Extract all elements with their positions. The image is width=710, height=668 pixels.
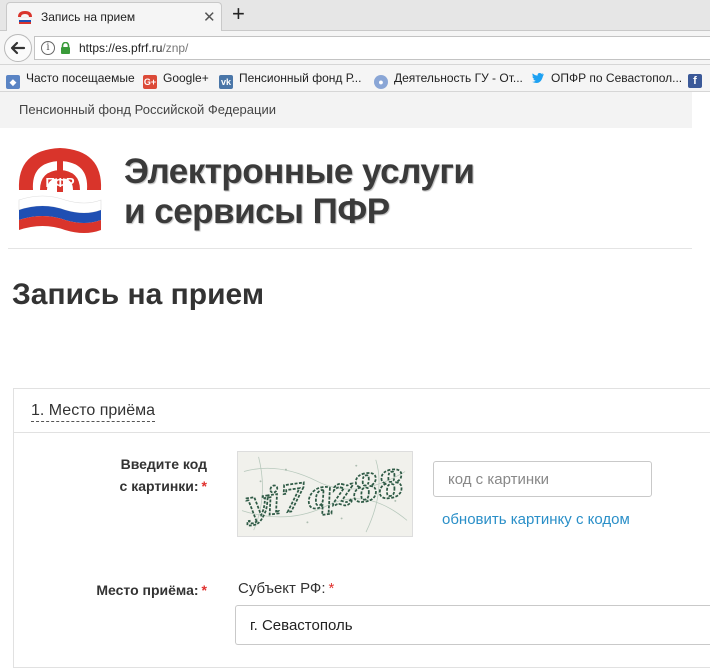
required-mark: * <box>201 582 207 598</box>
refresh-captcha-link[interactable]: обновить картинку с кодом <box>442 511 630 528</box>
logo-text: ПФР <box>45 175 74 190</box>
place-label: Место приёма: * <box>96 582 207 598</box>
bookmarks-bar: ◆ Часто посещаемые G+ Google+ vk Пенсионный… <box>0 65 710 92</box>
bookmark-gu-activity[interactable]: ● Деятельность ГУ - От... <box>374 71 523 89</box>
header-divider <box>8 248 692 249</box>
required-mark: * <box>328 580 335 597</box>
pfr-favicon-icon <box>18 11 32 24</box>
captcha-label: Введите код с картинки: * <box>119 456 207 494</box>
arrow-left-icon <box>10 41 26 55</box>
page-content: Пенсионный фонд Российской Федерации ПФР… <box>0 92 710 668</box>
site-icon: ● <box>374 75 388 89</box>
url-text: https://es.pfrf.ru/znp/ <box>79 41 189 55</box>
facebook-icon: f <box>688 74 702 88</box>
address-bar[interactable]: i https://es.pfrf.ru/znp/ <box>34 36 710 60</box>
new-tab-icon[interactable]: + <box>232 2 245 26</box>
twitter-icon <box>531 73 544 84</box>
org-name: Пенсионный фонд Российской Федерации <box>19 102 276 117</box>
captcha-input[interactable] <box>433 461 652 497</box>
vk-icon: vk <box>219 75 233 89</box>
bookmark-vk-pfr[interactable]: vk Пенсионный фонд Р... <box>219 71 361 89</box>
pfr-logo-icon[interactable]: ПФР <box>13 140 107 236</box>
region-select-value: г. Севастополь <box>250 617 353 634</box>
google-plus-icon: G+ <box>143 75 157 89</box>
browser-tab[interactable]: Запись на прием ✕ <box>6 2 222 31</box>
bookmark-icon: ◆ <box>6 75 20 89</box>
section-header: 1. Место приёма <box>14 389 710 433</box>
back-button[interactable] <box>4 34 32 62</box>
section-title[interactable]: 1. Место приёма <box>31 402 155 422</box>
browser-tabbar: Запись на прием ✕ + <box>0 0 710 31</box>
tab-title: Запись на прием <box>41 10 136 24</box>
org-header-strip: Пенсионный фонд Российской Федерации <box>0 92 692 128</box>
required-mark: * <box>201 478 207 494</box>
bookmark-opfr-sevastopol[interactable]: ОПФР по Севастопол... <box>531 71 682 85</box>
bookmark-facebook[interactable]: f <box>688 70 708 88</box>
subject-label: Субъект РФ: * <box>238 580 335 597</box>
page-title: Запись на прием <box>12 278 265 311</box>
tab-close-icon[interactable]: ✕ <box>203 8 216 26</box>
bookmark-google-plus[interactable]: G+ Google+ <box>143 71 209 89</box>
bookmark-most-visited[interactable]: ◆ Часто посещаемые <box>6 71 135 89</box>
form-section-place: 1. Место приёма Введите код с картинки: *… <box>13 388 710 668</box>
browser-navbar: i https://es.pfrf.ru/znp/ <box>0 31 710 65</box>
info-icon[interactable]: i <box>41 41 55 55</box>
lock-icon <box>61 42 70 54</box>
captcha-image: yi7qz88 <box>237 451 413 537</box>
region-select[interactable]: г. Севастополь <box>235 605 710 645</box>
brand-title: Электронные услуги и сервисы ПФР <box>124 152 475 231</box>
